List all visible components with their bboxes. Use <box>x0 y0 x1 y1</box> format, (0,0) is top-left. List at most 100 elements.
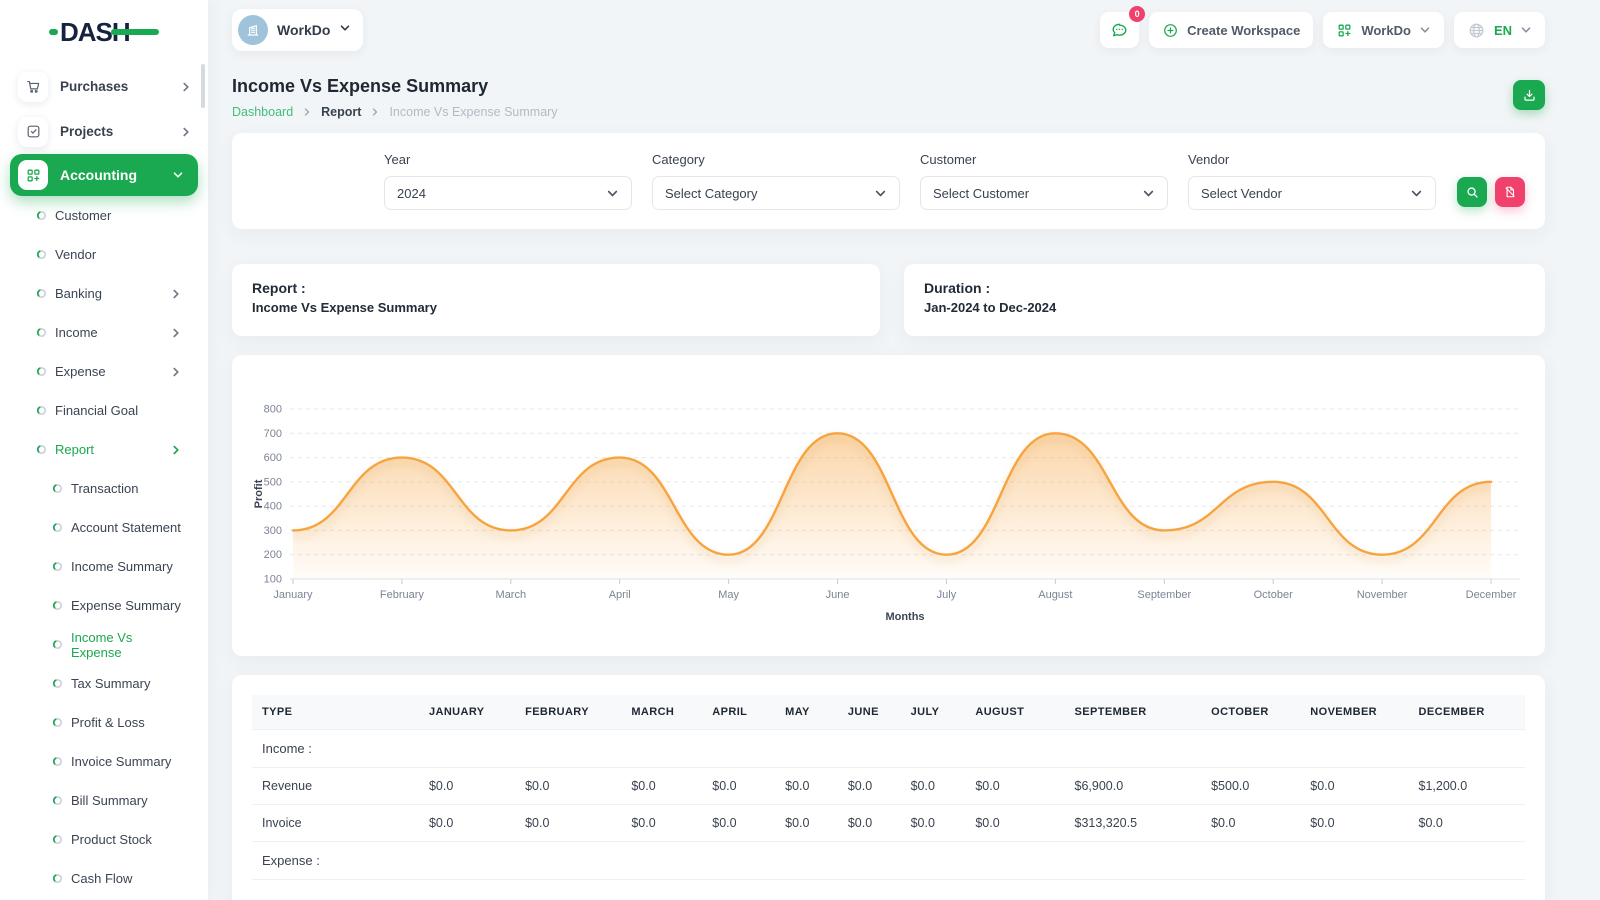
report-value: Income Vs Expense Summary <box>252 300 860 315</box>
sidebar-item-income-summary[interactable]: Income Summary <box>0 547 208 586</box>
chat-icon <box>1110 21 1129 40</box>
x-tick-label: August <box>1038 589 1072 601</box>
cell-value <box>1065 842 1202 880</box>
y-tick-label: 600 <box>264 452 282 464</box>
sidebar-item-report[interactable]: Report <box>0 430 208 469</box>
sidebar-item-invoice-summary[interactable]: Invoice Summary <box>0 742 208 781</box>
plus-circle-icon <box>1162 22 1179 39</box>
bullet-icon <box>36 405 47 416</box>
cell-value: $0.0 <box>965 768 1064 805</box>
sidebar-item-income[interactable]: Income <box>0 313 208 352</box>
app-logo[interactable]: DASH <box>0 0 208 64</box>
cell-value <box>838 730 901 768</box>
column-header-april: APRIL <box>702 695 775 730</box>
sidebar-item-label: Vendor <box>55 247 96 262</box>
cell-value: $0.0 <box>775 768 838 805</box>
sidebar-item-vendor[interactable]: Vendor <box>0 235 208 274</box>
sidebar-item-label: Expense <box>55 364 106 379</box>
cell-value <box>1409 730 1525 768</box>
sidebar-item-expense[interactable]: Expense <box>0 352 208 391</box>
row-label: Income : <box>252 730 419 768</box>
cell-value: $0.0 <box>965 805 1064 842</box>
cell-value <box>702 730 775 768</box>
vendor-select[interactable]: Select Vendor <box>1188 176 1436 210</box>
breadcrumb-current: Income Vs Expense Summary <box>389 105 557 119</box>
sidebar-item-label: Invoice Summary <box>71 754 171 769</box>
sidebar-item-cash-flow[interactable]: Cash Flow <box>0 859 208 898</box>
x-tick-label: May <box>718 589 739 601</box>
row-label: Expense : <box>252 842 419 880</box>
cell-value: $0.0 <box>419 768 515 805</box>
sidebar-scrollbar[interactable] <box>201 64 205 108</box>
messages-button[interactable]: 0 <box>1100 12 1139 48</box>
bullet-icon <box>52 756 63 767</box>
sidebar-item-account-statement[interactable]: Account Statement <box>0 508 208 547</box>
sidebar-item-label: Purchases <box>60 79 128 94</box>
x-tick-label: September <box>1137 589 1191 601</box>
x-tick-label: June <box>826 589 850 601</box>
sidebar-item-accounting[interactable]: Accounting <box>10 154 198 196</box>
table-row-revenue: Revenue$0.0$0.0$0.0$0.0$0.0$0.0$0.0$0.0$… <box>252 768 1525 805</box>
sidebar-item-expense-summary[interactable]: Expense Summary <box>0 586 208 625</box>
download-button[interactable] <box>1513 80 1545 110</box>
sidebar-item-label: Bill Summary <box>71 793 148 808</box>
column-header-march: MARCH <box>621 695 702 730</box>
sidebar-item-label: Customer <box>55 208 111 223</box>
main-content: WorkDo 0 Create Workspace <box>232 8 1545 900</box>
sidebar-item-product-stock[interactable]: Product Stock <box>0 820 208 859</box>
language-button[interactable]: EN <box>1454 12 1545 48</box>
cell-value: $0.0 <box>515 805 621 842</box>
duration-label: Duration : <box>924 280 1525 296</box>
x-tick-label: April <box>609 589 631 601</box>
year-select[interactable]: 2024 <box>384 176 632 210</box>
bullet-icon <box>36 327 47 338</box>
column-header-february: FEBRUARY <box>515 695 621 730</box>
year-field: Year 2024 <box>384 152 632 210</box>
table-row-expense: Expense : <box>252 842 1525 880</box>
cell-value <box>965 842 1064 880</box>
dash-logo-icon: DASH <box>49 17 159 47</box>
create-workspace-button[interactable]: Create Workspace <box>1149 12 1313 48</box>
category-select[interactable]: Select Category <box>652 176 900 210</box>
reset-filter-button[interactable] <box>1495 177 1525 207</box>
breadcrumb-report[interactable]: Report <box>321 105 361 119</box>
sidebar-item-customer[interactable]: Customer <box>0 196 208 235</box>
cell-value <box>515 730 621 768</box>
category-field: Category Select Category <box>652 152 900 210</box>
sidebar-item-label: Account Statement <box>71 520 181 535</box>
cell-value <box>515 842 621 880</box>
bullet-icon <box>52 795 63 806</box>
chevron-down-icon <box>1419 24 1431 36</box>
bullet-icon <box>52 600 63 611</box>
search-button[interactable] <box>1457 177 1487 207</box>
chevron-down-icon <box>1410 187 1423 200</box>
report-summary-card: Report : Income Vs Expense Summary <box>232 264 880 336</box>
cell-value <box>1300 730 1408 768</box>
breadcrumb-dashboard[interactable]: Dashboard <box>232 105 293 119</box>
chevron-down-icon <box>172 169 184 181</box>
cell-value: $0.0 <box>901 805 966 842</box>
sidebar-item-projects[interactable]: Projects <box>0 109 208 154</box>
page-title: Income Vs Expense Summary <box>232 76 1545 97</box>
chevron-right-icon <box>170 444 182 456</box>
customer-select[interactable]: Select Customer <box>920 176 1168 210</box>
cell-value: $1,200.0 <box>1409 768 1525 805</box>
sidebar-item-financial-goal[interactable]: Financial Goal <box>0 391 208 430</box>
bullet-icon <box>36 366 47 377</box>
sidebar-item-banking[interactable]: Banking <box>0 274 208 313</box>
vendor-label: Vendor <box>1188 152 1436 167</box>
sidebar-item-income-vs-expense[interactable]: Income Vs Expense <box>0 625 208 664</box>
sidebar-item-transaction[interactable]: Transaction <box>0 469 208 508</box>
workspace-switcher-button[interactable]: WorkDo <box>1323 12 1444 48</box>
sidebar-item-label: Accounting <box>60 167 137 183</box>
sidebar-item-purchases[interactable]: Purchases <box>0 64 208 109</box>
sidebar-item-tax-summary[interactable]: Tax Summary <box>0 664 208 703</box>
sidebar-item-bill-summary[interactable]: Bill Summary <box>0 781 208 820</box>
cell-value: $0.0 <box>775 805 838 842</box>
cell-value: $0.0 <box>1300 805 1408 842</box>
cell-value <box>419 730 515 768</box>
workspace-pill[interactable]: WorkDo <box>232 9 363 51</box>
sidebar-item-profit-loss[interactable]: Profit & Loss <box>0 703 208 742</box>
chevron-down-icon <box>339 21 351 39</box>
customer-select-value: Select Customer <box>933 186 1029 201</box>
